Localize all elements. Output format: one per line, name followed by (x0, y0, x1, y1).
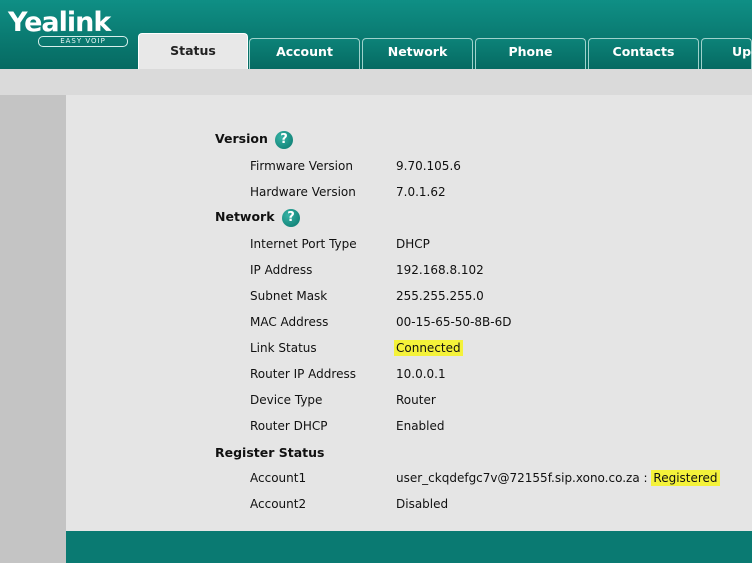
ip-address-value: 192.168.8.102 (396, 263, 484, 277)
account1-value: user_ckqdefgc7v@72155f.sip.xono.co.za : … (396, 470, 720, 486)
section-title-network: Network (215, 209, 275, 224)
hardware-version-value: 7.0.1.62 (396, 185, 446, 199)
tab-network[interactable]: Network (362, 38, 473, 69)
tab-upgrade[interactable]: Upg (701, 38, 752, 69)
tab-status[interactable]: Status (138, 33, 248, 69)
internet-port-type-value: DHCP (396, 237, 430, 251)
router-ip-address-label: Router IP Address (250, 367, 356, 381)
router-dhcp-value: Enabled (396, 419, 445, 433)
section-title-version: Version (215, 131, 268, 146)
mac-address-value: 00-15-65-50-8B-6D (396, 315, 512, 329)
top-header: Yealink EASY VOIP Status Account Network… (0, 0, 752, 69)
subnet-mask-label: Subnet Mask (250, 289, 328, 303)
mac-address-label: MAC Address (250, 315, 329, 329)
internet-port-type-label: Internet Port Type (250, 237, 357, 251)
footer-bar (66, 531, 752, 563)
logo-brand: Yealink (8, 7, 111, 38)
link-status-highlight: Connected (394, 340, 463, 356)
tab-phone[interactable]: Phone (475, 38, 586, 69)
account2-value: Disabled (396, 497, 449, 511)
account1-label: Account1 (250, 471, 307, 485)
tab-account[interactable]: Account (249, 38, 360, 69)
firmware-version-label: Firmware Version (250, 159, 353, 173)
device-type-label: Device Type (250, 393, 323, 407)
hardware-version-label: Hardware Version (250, 185, 356, 199)
device-type-value: Router (396, 393, 436, 407)
ip-address-label: IP Address (250, 263, 313, 277)
left-sidebar (0, 95, 66, 563)
router-dhcp-label: Router DHCP (250, 419, 328, 433)
link-status-label: Link Status (250, 341, 317, 355)
link-status-value: Connected (394, 340, 463, 356)
subnet-mask-value: 255.255.255.0 (396, 289, 484, 303)
version-help-icon[interactable]: ? (275, 131, 293, 149)
account1-uri: user_ckqdefgc7v@72155f.sip.xono.co.za (396, 471, 640, 485)
firmware-version-value: 9.70.105.6 (396, 159, 461, 173)
section-title-register-status: Register Status (215, 445, 325, 460)
yealink-logo: Yealink EASY VOIP (8, 8, 128, 47)
sub-header-strip (0, 69, 752, 95)
router-ip-address-value: 10.0.0.1 (396, 367, 446, 381)
tab-contacts[interactable]: Contacts (588, 38, 699, 69)
network-help-icon[interactable]: ? (282, 209, 300, 227)
account1-separator: : (643, 471, 648, 485)
account1-status-highlight: Registered (651, 470, 720, 486)
account2-label: Account2 (250, 497, 307, 511)
